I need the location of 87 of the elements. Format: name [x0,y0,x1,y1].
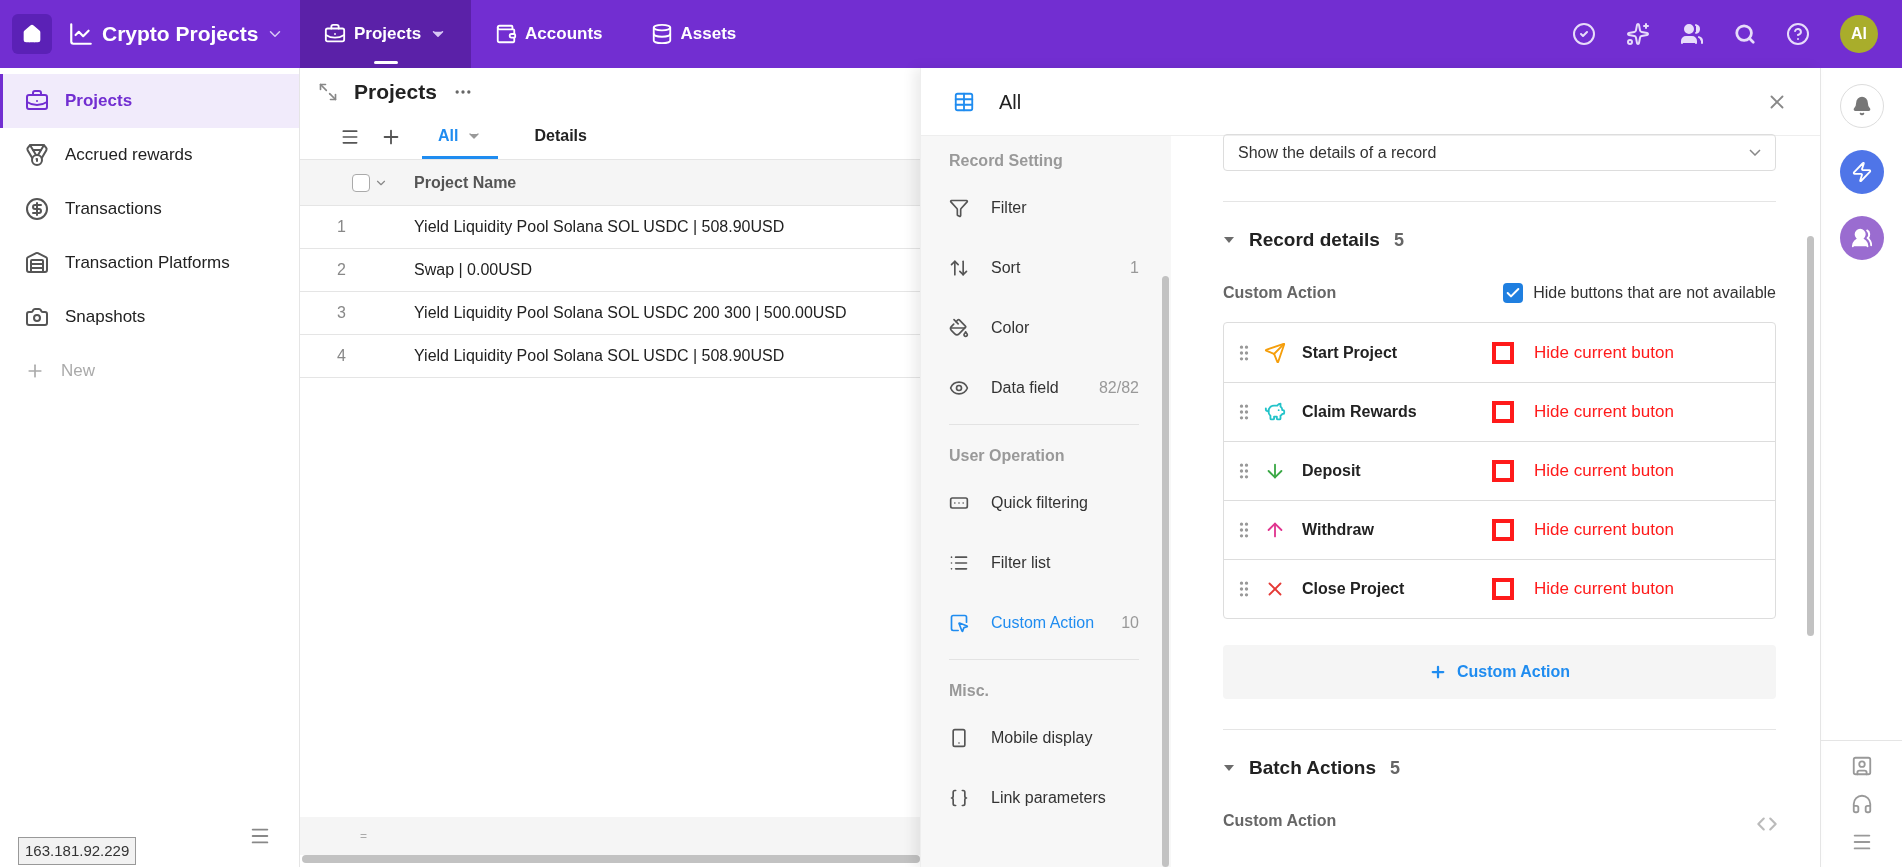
ip-tooltip: 163.181.92.229 [18,836,137,865]
action-name: Start Project [1302,342,1399,363]
nav-group-heading: Record Setting [949,151,1064,171]
panel-nav-item[interactable]: Link parameters [949,768,1139,828]
nav-tab[interactable]: Assets [626,0,761,68]
nav-tab[interactable]: Accounts [471,0,627,68]
search-icon[interactable] [1734,23,1756,45]
expand-icon[interactable] [318,82,338,102]
sort-icon [949,258,969,278]
panel-nav-item[interactable]: Sort 1 [949,238,1139,298]
table-cell-text: Yield Liquidity Pool Solana SOL USDC | 508.90USD [414,217,785,237]
panel-nav-item[interactable]: Filter [949,178,1139,238]
sidebar-item[interactable]: Accrued rewards [0,128,299,182]
app-switcher[interactable]: Crypto Projects [68,18,285,50]
nav-group-heading: Misc. [949,681,990,701]
users-icon [1850,227,1873,249]
row-number: 2 [337,260,347,280]
sidebar-item[interactable]: Transactions [0,182,299,236]
braces-icon [949,788,969,808]
nav-tab[interactable]: Projects [300,0,472,68]
subheading: Custom Action [1223,283,1337,303]
sidebar-item[interactable]: Snapshots [0,290,299,344]
sidebar-item[interactable]: Transaction Platforms [0,236,299,290]
action-name: Claim Rewards [1302,402,1418,422]
piggy-bank-icon [1264,401,1286,423]
view-mode-select[interactable]: Show the details of a record [1223,134,1776,171]
phone-icon [949,728,969,748]
action-name: Deposit [1302,461,1362,481]
sidebar-item[interactable]: Projects [0,74,299,128]
table-cell-text: Yield Liquidity Pool Solana SOL USDC 200 300 | 500.00USD [414,303,847,323]
panel-nav-item[interactable]: Quick filtering [949,473,1139,533]
eye-icon [949,378,969,398]
row-number: 1 [337,217,347,237]
menu-icon[interactable] [340,127,360,147]
section-title: Record details [1249,227,1380,252]
section-count: 5 [1393,228,1404,252]
hide-unavailable-checkbox[interactable]: Hide buttons that are not available [1503,281,1776,305]
send-icon [1264,341,1286,364]
panel-nav-item[interactable]: Data field 82/82 [949,358,1139,418]
row-number: 3 [337,303,347,323]
hide-current-checkbox[interactable]: Hide current buton [1492,339,1674,366]
table-cell-text: Swap | 0.00USD [414,260,532,280]
hide-current-checkbox[interactable]: Hide current buton [1492,517,1674,543]
caret-icon [1749,149,1761,156]
camera-icon [25,305,49,329]
help-icon[interactable] [1786,22,1810,46]
view-tab[interactable]: Details [518,116,603,159]
hide-current-checkbox[interactable]: Hide current buton [1492,458,1674,484]
section-title: Batch Actions [1249,755,1377,780]
view-title: Projects [354,79,437,106]
action-name: Close Project [1302,579,1406,599]
table-icon [953,90,975,113]
list-icon [949,553,969,573]
pointer-square-icon [949,613,969,633]
lightning-icon [1850,161,1873,183]
headset-icon[interactable] [1850,793,1873,815]
chart-icon [68,21,94,47]
wallet-icon [495,23,518,45]
check-circle-icon[interactable] [1572,22,1596,46]
action-name: Withdraw [1302,520,1375,540]
table-cell-text: Yield Liquidity Pool Solana SOL USDC | 508.90USD [414,346,785,366]
briefcase-icon [324,23,346,45]
hide-current-checkbox[interactable]: Hide current buton [1492,399,1674,425]
group-avatar[interactable] [1839,216,1884,260]
footer-mark: = [360,828,367,845]
bell-icon [1851,96,1872,116]
sparkles-icon[interactable] [1626,22,1650,46]
panel-nav-item[interactable]: Mobile display [949,708,1139,768]
medal-icon [25,143,49,167]
panel-title: All [999,89,1022,115]
paint-bucket-icon [949,318,969,338]
panel-nav-item[interactable]: Color [949,298,1139,358]
database-icon [650,23,673,45]
briefcase-icon [25,89,49,113]
panel-nav-item[interactable]: Filter list [949,533,1139,593]
row-number: 4 [337,346,347,366]
subheading: Custom Action [1223,811,1337,831]
select-all-checkbox[interactable] [352,173,370,192]
hide-current-checkbox[interactable]: Hide current buton [1492,576,1674,602]
home-button[interactable] [12,14,52,54]
column-header[interactable]: Project Name [414,170,517,195]
users-icon[interactable] [1680,22,1704,46]
contact-icon[interactable] [1850,755,1873,777]
nav-group-heading: User Operation [949,446,1066,466]
filter-icon [949,198,969,218]
section-count: 5 [1390,756,1401,780]
ai-assistant-button[interactable] [1839,150,1884,194]
